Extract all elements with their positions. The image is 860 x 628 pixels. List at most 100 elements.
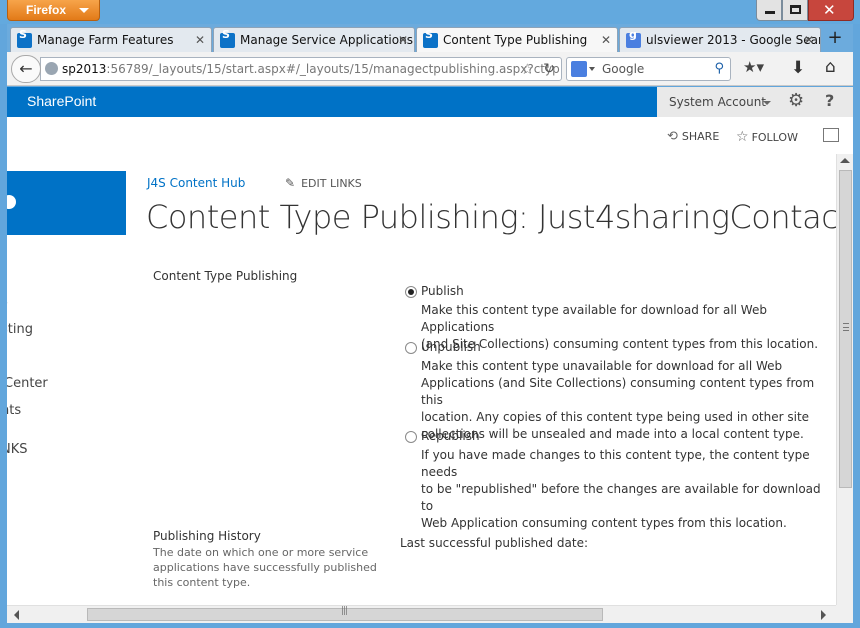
- radio-unpublish[interactable]: [405, 342, 417, 354]
- section-description-history: The date on which one or more service ap…: [153, 546, 377, 589]
- reload-icon[interactable]: ↻: [543, 58, 555, 80]
- page-viewport: SharePoint System Account ⚙ ? ⟲ SHARE ☆ FO…: [7, 87, 853, 623]
- help-icon[interactable]: ?: [825, 91, 834, 110]
- tab-content-type-publishing[interactable]: Content Type Publishing ✕: [416, 27, 618, 53]
- star-icon: ☆: [736, 129, 749, 145]
- section-label-publishing: Content Type Publishing: [153, 269, 298, 283]
- browser-window: Firefox ✕ Manage Farm Features ✕ Manage …: [0, 0, 860, 628]
- scroll-up-arrow-icon[interactable]: [840, 158, 850, 163]
- google-icon: [626, 28, 641, 48]
- scroll-left-arrow-icon[interactable]: [14, 610, 19, 620]
- option-label[interactable]: Unpublish: [421, 340, 481, 354]
- suite-bar: SharePoint System Account ⚙ ?: [7, 87, 853, 117]
- focus-on-content-icon[interactable]: [823, 128, 839, 142]
- tab-close-icon[interactable]: ✕: [601, 28, 611, 52]
- bookmarks-icon: ★▾: [743, 58, 764, 76]
- share-label: SHARE: [681, 130, 720, 143]
- tab-close-icon[interactable]: ✕: [195, 28, 205, 52]
- option-description: Make this content type available for dow…: [421, 303, 819, 351]
- scroll-right-arrow-icon[interactable]: [821, 610, 826, 620]
- tab-close-icon[interactable]: ✕: [398, 28, 408, 52]
- sharepoint-icon: [220, 28, 235, 48]
- search-bar[interactable]: Google ⚲: [566, 57, 731, 81]
- gear-icon[interactable]: ⚙: [788, 90, 804, 111]
- quick-launch-edit-links[interactable]: NKS: [7, 442, 28, 457]
- pencil-icon: ✎: [285, 176, 296, 190]
- option-description: If you have made changes to this content…: [421, 448, 821, 530]
- edit-links-label: EDIT LINKS: [301, 177, 362, 190]
- follow-label: FOLLOW: [751, 131, 798, 144]
- scrollbar-corner: [836, 605, 853, 623]
- maximize-icon: [790, 5, 801, 14]
- action-bar: ⟲ SHARE ☆ FOLLOW: [7, 117, 853, 154]
- tab-close-icon[interactable]: ✕: [804, 28, 814, 52]
- quick-launch-item[interactable]: nts: [7, 403, 21, 418]
- section-label-history: Publishing History: [153, 529, 261, 543]
- close-icon: ✕: [823, 1, 836, 19]
- close-window-button[interactable]: ✕: [808, 0, 854, 21]
- tab-manage-service-applications[interactable]: Manage Service Applications ✕: [213, 27, 415, 53]
- quick-launch-item[interactable]: s: [7, 294, 8, 309]
- follow-button[interactable]: ☆ FOLLOW: [736, 129, 798, 145]
- grip-icon: [843, 323, 849, 331]
- tab-label: ulsviewer 2013 - Google Sear...: [646, 33, 821, 47]
- tab-manage-farm-features[interactable]: Manage Farm Features ✕: [10, 27, 212, 53]
- maximize-button[interactable]: [782, 0, 808, 21]
- new-tab-button[interactable]: +: [821, 27, 849, 51]
- minimize-button[interactable]: [756, 0, 782, 21]
- suite-bar-right: System Account ⚙ ?: [657, 87, 853, 117]
- tab-label: Manage Service Applications: [240, 33, 413, 47]
- firefox-menu-button[interactable]: Firefox: [7, 0, 100, 21]
- tab-label: Manage Farm Features: [37, 33, 174, 47]
- horizontal-scroll-thumb[interactable]: [87, 606, 603, 621]
- user-menu[interactable]: System Account: [669, 95, 766, 109]
- option-label[interactable]: Publish: [421, 284, 464, 298]
- globe-icon: [45, 62, 58, 75]
- option-label[interactable]: Republish: [421, 429, 480, 443]
- vertical-scroll-thumb[interactable]: [839, 170, 852, 488]
- firefox-menu-label: Firefox: [26, 3, 67, 17]
- page-content: s sting Center nts NKS J4S Content Hub ✎…: [7, 154, 836, 605]
- back-arrow-icon: ←: [19, 59, 33, 78]
- breadcrumb-site-link[interactable]: J4S Content Hub: [147, 176, 245, 190]
- plus-icon: +: [827, 27, 843, 48]
- edit-links-button[interactable]: ✎ EDIT LINKS: [285, 176, 362, 190]
- horizontal-scrollbar[interactable]: [7, 605, 836, 623]
- tab-strip: Manage Farm Features ✕ Manage Service Ap…: [7, 24, 853, 53]
- minimize-icon: [765, 11, 775, 14]
- search-placeholder: Google: [602, 62, 645, 76]
- address-bar[interactable]: sp2013:56789/_layouts/15/start.aspx#/_la…: [40, 57, 562, 81]
- tab-label: Content Type Publishing: [443, 33, 588, 47]
- download-arrow-icon: ⬇: [791, 58, 806, 78]
- radio-republish[interactable]: [405, 431, 417, 443]
- search-icon[interactable]: ⚲: [714, 58, 724, 80]
- bookmarks-button[interactable]: ★▾: [743, 58, 775, 80]
- share-button[interactable]: ⟲ SHARE: [667, 129, 719, 144]
- share-icon: ⟲: [667, 129, 678, 144]
- sharepoint-icon: [423, 28, 438, 48]
- chevron-down-icon: [79, 8, 89, 13]
- url-host: sp2013: [62, 62, 107, 76]
- site-logo[interactable]: [7, 171, 126, 235]
- back-button[interactable]: ←: [11, 55, 41, 83]
- radio-publish[interactable]: [405, 286, 417, 298]
- quick-launch-item[interactable]: sting: [7, 322, 33, 337]
- chevron-down-icon: [589, 67, 595, 71]
- vertical-scrollbar[interactable]: [836, 154, 853, 605]
- google-icon[interactable]: [571, 61, 587, 77]
- downloads-button[interactable]: ⬇: [791, 58, 811, 80]
- quick-launch-item[interactable]: Center: [7, 376, 48, 391]
- tab-ulsviewer-google[interactable]: ulsviewer 2013 - Google Sear... ✕: [619, 27, 821, 53]
- url-path: :56789/_layouts/15/start.aspx#/_layouts/…: [106, 62, 560, 76]
- navigation-toolbar: sp2013:56789/_layouts/15/start.aspx#/_la…: [7, 52, 853, 86]
- title-bar: Firefox ✕: [0, 0, 860, 24]
- chevron-down-icon: [763, 101, 771, 105]
- sharepoint-brand[interactable]: SharePoint: [27, 93, 96, 109]
- option-description: Make this content type unavailable for d…: [421, 359, 815, 441]
- home-icon: ⌂: [825, 57, 836, 77]
- home-button[interactable]: ⌂: [825, 57, 847, 79]
- last-published-date: Last successful published date:: [400, 536, 589, 550]
- bookmark-star-icon[interactable]: ☆: [521, 58, 534, 80]
- sharepoint-icon: [17, 28, 32, 48]
- page-title: Content Type Publishing: Just4sharingCon…: [146, 198, 836, 236]
